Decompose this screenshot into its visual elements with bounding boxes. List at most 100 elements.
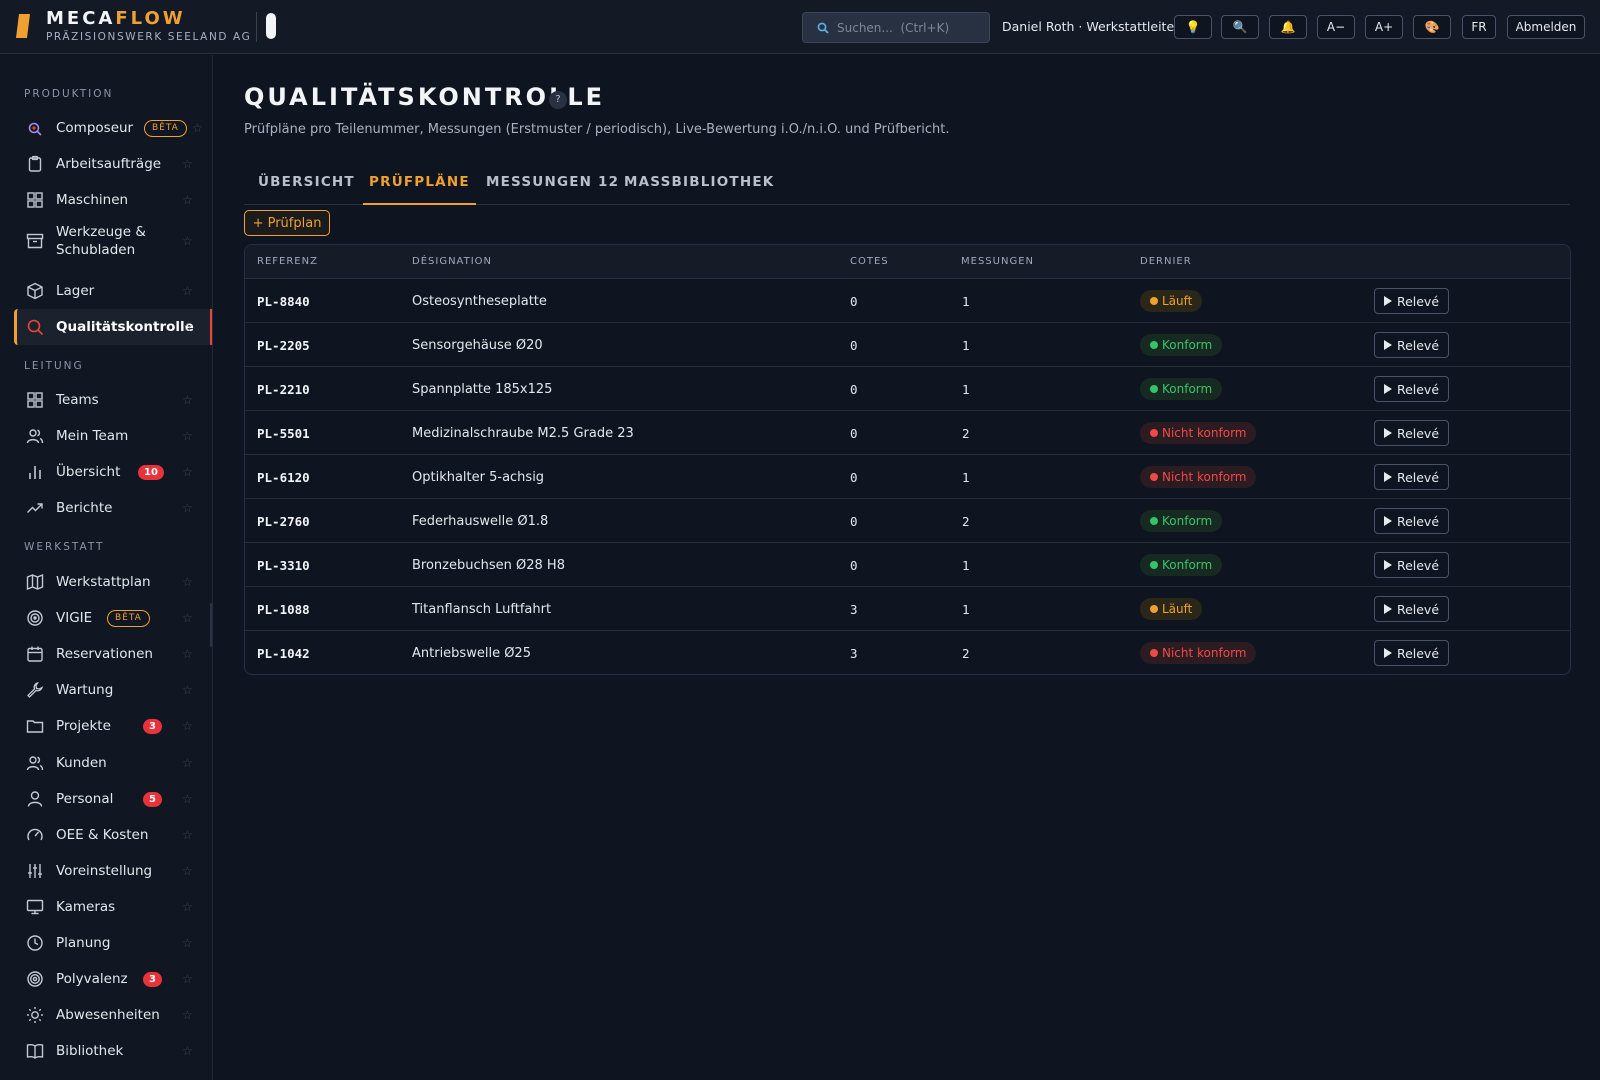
theme-button[interactable]: 🎨	[1413, 15, 1451, 39]
column-header-referenz[interactable]: REFERENZ	[257, 256, 318, 267]
logo[interactable]: MECAFLOW PRÄZISIONSWERK SEELAND AG	[46, 9, 251, 44]
sidebar-item-personal[interactable]: Personal 5 ☆	[14, 781, 212, 817]
sidebar-item-projekte[interactable]: Projekte 3 ☆	[14, 708, 212, 744]
tab-massbibliothek[interactable]: MASSBIBLIOTHEK	[618, 165, 780, 205]
sidebar-item-kunden[interactable]: Kunden ☆	[14, 745, 212, 781]
star-icon[interactable]: ☆	[182, 792, 193, 806]
column-header-designation[interactable]: DÉSIGNATION	[412, 256, 492, 267]
help-icon[interactable]: ?	[549, 91, 567, 109]
sidebar-item-uebersicht[interactable]: Übersicht 10 ☆	[14, 454, 212, 490]
sidebar-item-composeur[interactable]: Composeur BÊTA ☆	[14, 110, 212, 146]
logout-button[interactable]: Abmelden	[1507, 15, 1585, 39]
sidebar-item-polyvalenz[interactable]: Polyvalenz 3 ☆	[14, 961, 212, 997]
releve-button[interactable]: Relevé	[1374, 596, 1449, 622]
user-name[interactable]: Daniel Roth · Werkstattleiter	[1002, 19, 1179, 34]
star-icon[interactable]: ☆	[182, 157, 193, 171]
table-row[interactable]: PL-3310 Bronzebuchsen Ø28 H8 0 1 Konform Rele…	[245, 544, 1570, 587]
sidebar-item-mein-team[interactable]: Mein Team ☆	[14, 418, 212, 454]
star-icon[interactable]: ☆	[182, 828, 193, 842]
releve-button[interactable]: Relevé	[1374, 508, 1449, 534]
notifications-button[interactable]: 🔔	[1269, 15, 1307, 39]
star-icon[interactable]: ☆	[182, 193, 193, 207]
star-icon[interactable]: ☆	[182, 936, 193, 950]
sidebar-item-vigie[interactable]: VIGIE BÊTA ☆	[14, 600, 212, 636]
add-pruefplan-button[interactable]: + Prüfplan	[244, 210, 330, 236]
search-input[interactable]	[837, 20, 987, 35]
sidebar-item-planung[interactable]: Planung ☆	[14, 925, 212, 961]
releve-button[interactable]: Relevé	[1374, 464, 1449, 490]
sidebar-toggle[interactable]	[266, 13, 276, 39]
sidebar-item-bibliothek[interactable]: Bibliothek ☆	[14, 1033, 212, 1069]
row-referenz[interactable]: PL-8840	[257, 294, 310, 309]
sidebar-item-reservationen[interactable]: Reservationen ☆	[14, 636, 212, 672]
star-icon[interactable]: ☆	[182, 575, 193, 589]
releve-button[interactable]: Relevé	[1374, 640, 1449, 666]
star-icon[interactable]: ☆	[182, 1044, 193, 1058]
sidebar-item-werkzeuge[interactable]: Werkzeuge & Schubladen ☆	[14, 218, 212, 264]
tab-messungen[interactable]: MESSUNGEN 12	[480, 165, 625, 205]
font-decrease-button[interactable]: A−	[1317, 15, 1355, 39]
sidebar-item-arbeitsauftraege[interactable]: Arbeitsaufträge ☆	[14, 146, 212, 182]
tab-uebersicht[interactable]: ÜBERSICHT	[252, 165, 361, 205]
font-increase-button[interactable]: A+	[1365, 15, 1403, 39]
sidebar-scrollbar[interactable]	[210, 603, 212, 647]
search-button[interactable]: 🔍	[1221, 15, 1259, 39]
table-row[interactable]: PL-2210 Spannplatte 185x125 0 1 Konform Relev…	[245, 368, 1570, 411]
star-icon[interactable]: ☆	[182, 900, 193, 914]
row-referenz[interactable]: PL-2210	[257, 382, 310, 397]
star-icon[interactable]: ☆	[182, 864, 193, 878]
table-row[interactable]: PL-1042 Antriebswelle Ø25 3 2 Nicht konform R…	[245, 632, 1570, 674]
sidebar-item-lager[interactable]: Lager ☆	[14, 273, 212, 309]
sidebar-item-kameras[interactable]: Kameras ☆	[14, 889, 212, 925]
star-icon[interactable]: ☆	[182, 234, 193, 248]
row-referenz[interactable]: PL-5501	[257, 426, 310, 441]
search-box[interactable]	[802, 12, 990, 43]
row-referenz[interactable]: PL-2205	[257, 338, 310, 353]
row-referenz[interactable]: PL-1042	[257, 646, 310, 661]
table-row[interactable]: PL-2205 Sensorgehäuse Ø20 0 1 Konform Relevé	[245, 324, 1570, 367]
star-icon[interactable]: ☆	[182, 284, 193, 298]
tab-pruefplaene[interactable]: PRÜFPLÄNE	[363, 165, 476, 205]
row-referenz[interactable]: PL-1088	[257, 602, 310, 617]
star-icon[interactable]: ☆	[182, 972, 193, 986]
star-icon[interactable]: ☆	[182, 647, 193, 661]
star-icon[interactable]: ☆	[182, 683, 193, 697]
column-header-dernier[interactable]: DERNIER	[1140, 256, 1192, 267]
star-icon[interactable]: ☆	[182, 429, 193, 443]
star-icon[interactable]: ☆	[182, 393, 193, 407]
releve-button[interactable]: Relevé	[1374, 420, 1449, 446]
releve-button[interactable]: Relevé	[1374, 332, 1449, 358]
sidebar-item-oee-kosten[interactable]: OEE & Kosten ☆	[14, 817, 212, 853]
star-icon[interactable]: ☆	[182, 501, 193, 515]
row-referenz[interactable]: PL-3310	[257, 558, 310, 573]
table-row[interactable]: PL-8840 Osteosyntheseplatte 0 1 Läuft Relevé	[245, 280, 1570, 323]
sidebar-item-wartung[interactable]: Wartung ☆	[14, 672, 212, 708]
releve-button[interactable]: Relevé	[1374, 552, 1449, 578]
row-referenz[interactable]: PL-2760	[257, 514, 310, 529]
sidebar-item-voreinstellung[interactable]: Voreinstellung ☆	[14, 853, 212, 889]
language-button[interactable]: FR	[1462, 15, 1496, 39]
releve-button[interactable]: Relevé	[1374, 288, 1449, 314]
star-icon[interactable]: ☆	[182, 1008, 193, 1022]
sidebar-item-berichte[interactable]: Berichte ☆	[14, 490, 212, 526]
column-header-messungen[interactable]: MESSUNGEN	[961, 256, 1034, 267]
star-icon[interactable]: ☆	[182, 756, 193, 770]
sidebar-item-qualitaetskontrolle[interactable]: Qualitätskontrolle ☆	[14, 309, 212, 345]
row-referenz[interactable]: PL-6120	[257, 470, 310, 485]
star-icon[interactable]: ☆	[182, 320, 193, 334]
table-row[interactable]: PL-5501 Medizinalschraube M2.5 Grade 23 0 2…	[245, 412, 1570, 455]
table-row[interactable]: PL-6120 Optikhalter 5-achsig 0 1 Nicht konfo…	[245, 456, 1570, 499]
column-header-cotes[interactable]: COTES	[850, 256, 889, 267]
sidebar-item-maschinen[interactable]: Maschinen ☆	[14, 182, 212, 218]
table-row[interactable]: PL-1088 Titanflansch Luftfahrt 3 1 Läuft Rele…	[245, 588, 1570, 631]
tips-button[interactable]: 💡	[1174, 15, 1212, 39]
sidebar-item-werkstattplan[interactable]: Werkstattplan ☆	[14, 564, 212, 600]
table-row[interactable]: PL-2760 Federhauswelle Ø1.8 0 2 Konform Relev…	[245, 500, 1570, 543]
releve-button[interactable]: Relevé	[1374, 376, 1449, 402]
sidebar-item-abwesenheiten[interactable]: Abwesenheiten ☆	[14, 997, 212, 1033]
star-icon[interactable]: ☆	[182, 611, 193, 625]
sidebar-item-teams[interactable]: Teams ☆	[14, 382, 212, 418]
star-icon[interactable]: ☆	[182, 465, 193, 479]
star-icon[interactable]: ☆	[182, 719, 193, 733]
star-icon[interactable]: ☆	[192, 121, 203, 135]
